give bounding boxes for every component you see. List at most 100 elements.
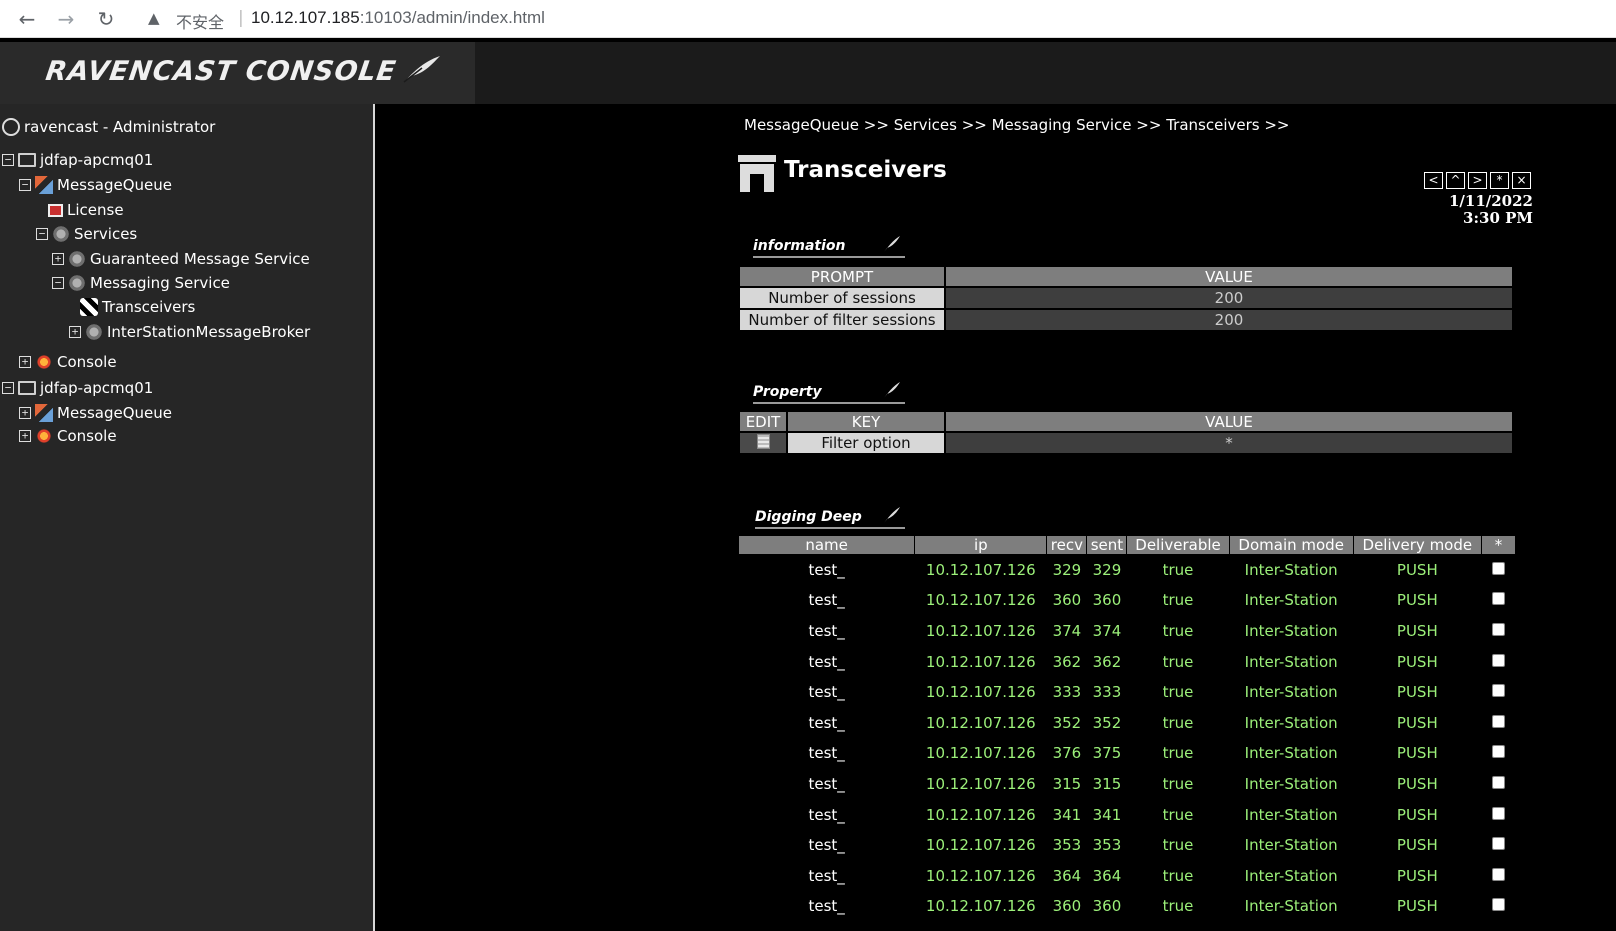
row-checkbox[interactable] <box>1491 592 1505 606</box>
row-checkbox[interactable] <box>1491 562 1505 576</box>
edit-feather-icon[interactable] <box>883 235 901 253</box>
table-row: test_ 10.12.107.126 374 374 true Inter-Statio… <box>739 616 1516 647</box>
delivery-mode-cell: PUSH <box>1396 591 1438 610</box>
select-cell <box>1481 769 1515 800</box>
sidebar-item-transceivers[interactable]: Transceivers <box>80 296 195 318</box>
ip-cell: 10.12.107.126 <box>925 621 1036 640</box>
up-icon[interactable]: ^ <box>1446 172 1465 189</box>
sidebar-item-license[interactable]: License <box>48 199 124 221</box>
edit-cell[interactable] <box>738 431 788 455</box>
sent-header: sent <box>1086 535 1128 555</box>
delivery-mode-cell: PUSH <box>1396 683 1438 702</box>
sidebar-item-messaging-service[interactable]: − Messaging Service <box>52 272 230 294</box>
row-checkbox[interactable] <box>1491 653 1505 667</box>
message-queue-icon <box>35 176 53 194</box>
insecure-label[interactable]: 不安全 <box>176 9 224 33</box>
sent-cell: 315 <box>1092 774 1122 793</box>
reload-icon[interactable]: ↻ <box>94 7 118 31</box>
sidebar-item-label: jdfap-apcmq01 <box>40 151 154 169</box>
forward-arrow-icon[interactable]: → <box>54 7 78 31</box>
row-checkbox[interactable] <box>1491 837 1505 851</box>
row-checkbox[interactable] <box>1491 806 1505 820</box>
ip-header: ip <box>914 535 1048 555</box>
property-heading: Property <box>753 381 905 405</box>
deliverable-cell: true <box>1162 744 1194 763</box>
deliverable-cell: true <box>1162 897 1194 916</box>
collapse-toggle-icon[interactable]: − <box>2 154 14 166</box>
sidebar-item-label: License <box>67 201 124 219</box>
ip-cell: 10.12.107.126 <box>925 713 1036 732</box>
sidebar-item-interstationmessagebroker[interactable]: + InterStationMessageBroker <box>69 321 310 343</box>
edit-feather-icon[interactable] <box>883 381 901 399</box>
gear-icon <box>68 250 86 268</box>
edit-header: EDIT <box>738 410 788 433</box>
expand-toggle-icon[interactable]: + <box>19 430 31 442</box>
sidebar-item-label: Messaging Service <box>90 274 230 292</box>
close-icon[interactable]: × <box>1512 172 1531 189</box>
collapse-toggle-icon[interactable]: − <box>36 228 48 240</box>
expand-toggle-icon[interactable]: + <box>19 407 31 419</box>
edit-icon[interactable] <box>756 433 770 449</box>
expand-toggle-icon[interactable]: + <box>69 326 81 338</box>
sent-cell: 364 <box>1092 866 1122 885</box>
table-row: Number of filter sessions 200 <box>738 308 1514 332</box>
ip-cell: 10.12.107.126 <box>925 774 1036 793</box>
next-icon[interactable]: > <box>1468 172 1487 189</box>
ip-cell: 10.12.107.126 <box>925 683 1036 702</box>
sidebar-item-console[interactable]: + Console <box>19 425 117 447</box>
sidebar-item-jdfap-apcmq01[interactable]: − jdfap-apcmq01 <box>2 149 153 171</box>
gateway-icon <box>738 155 776 192</box>
row-checkbox[interactable] <box>1491 898 1505 912</box>
delivery-mode-cell: PUSH <box>1396 561 1438 580</box>
table-row: test_ 10.12.107.126 362 362 true Inter-Statio… <box>739 646 1516 677</box>
recv-cell: 362 <box>1052 652 1082 671</box>
row-checkbox[interactable] <box>1491 684 1505 698</box>
recv-cell: 353 <box>1052 836 1082 855</box>
row-checkbox[interactable] <box>1491 775 1505 789</box>
select-all-header[interactable]: * <box>1480 535 1517 555</box>
user-label: ravencast - Administrator <box>24 118 216 136</box>
user-icon <box>2 118 20 136</box>
domain-mode-cell: Inter-Station <box>1244 652 1338 671</box>
feather-icon <box>403 56 440 83</box>
collapse-toggle-icon[interactable]: − <box>19 179 31 191</box>
row-checkbox[interactable] <box>1491 622 1505 636</box>
address-bar[interactable]: 10.12.107.185:10103/admin/index.html <box>251 8 545 28</box>
collapse-toggle-icon[interactable]: − <box>2 382 14 394</box>
name-cell: test_ <box>808 774 845 793</box>
previous-icon[interactable]: < <box>1424 172 1443 189</box>
sent-cell: 362 <box>1092 652 1122 671</box>
sidebar-item-guaranteed-message-service[interactable]: + Guaranteed Message Service <box>52 248 310 270</box>
row-checkbox[interactable] <box>1491 714 1505 728</box>
row-checkbox[interactable] <box>1491 745 1505 759</box>
window-controls: < ^ > * × <box>1424 172 1531 189</box>
sidebar-item-services[interactable]: − Services <box>36 223 137 245</box>
gear-icon <box>68 274 86 292</box>
warning-icon[interactable]: ▲ <box>148 9 160 27</box>
table-row: test_ 10.12.107.126 333 333 true Inter-Statio… <box>739 677 1516 708</box>
collapse-toggle-icon[interactable]: − <box>52 277 64 289</box>
logo-area: RAVENCAST CONSOLE <box>0 42 475 104</box>
back-arrow-icon[interactable]: ← <box>15 7 39 31</box>
name-cell: test_ <box>808 561 845 580</box>
name-cell: test_ <box>808 866 845 885</box>
breadcrumb[interactable]: MessageQueue >> Services >> Messaging Se… <box>744 116 1289 134</box>
edit-feather-icon[interactable] <box>883 506 901 524</box>
ip-cell: 10.12.107.126 <box>925 744 1036 763</box>
expand-toggle-icon[interactable]: + <box>19 356 31 368</box>
name-cell: test_ <box>808 836 845 855</box>
delivery-mode-cell: PUSH <box>1396 774 1438 793</box>
expand-toggle-icon[interactable]: + <box>52 253 64 265</box>
row-checkbox[interactable] <box>1491 867 1505 881</box>
pin-icon[interactable]: * <box>1490 172 1509 189</box>
value-cell: * <box>944 431 1514 455</box>
information-table: PROMPT VALUE Number of sessions 200 Number… <box>738 265 1514 332</box>
sidebar-item-messagequeue[interactable]: − MessageQueue <box>19 174 172 196</box>
deliverable-cell: true <box>1162 621 1194 640</box>
sidebar-item-messagequeue[interactable]: + MessageQueue <box>19 402 172 424</box>
sidebar-item-jdfap-apcmq01[interactable]: − jdfap-apcmq01 <box>2 377 153 399</box>
deliverable-header: Deliverable <box>1126 535 1230 555</box>
table-row: test_ 10.12.107.126 360 360 true Inter-Statio… <box>739 891 1516 922</box>
sidebar-item-console[interactable]: + Console <box>19 351 117 373</box>
name-cell: test_ <box>808 683 845 702</box>
